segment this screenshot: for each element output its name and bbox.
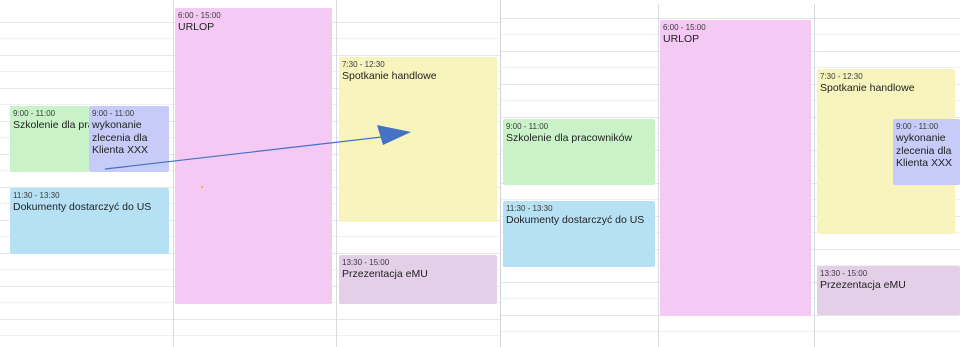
day-column-divider xyxy=(658,4,659,347)
event-title: Dokumenty dostarczyć do US xyxy=(13,201,152,213)
event-wykonanie-zlecenia[interactable]: 9:00 - 11:00 wykonanie zlecenia dla Klie… xyxy=(893,119,960,185)
calendar-view-after: 9:00 - 11:00 Szkolenie dla pracowników 1… xyxy=(501,4,960,347)
event-prezentacja[interactable]: 13:30 - 15:00 Przezentacja eMU xyxy=(339,255,497,304)
event-urlop[interactable]: 6:00 - 15:00 URLOP xyxy=(175,8,332,304)
event-title: Spotkanie handlowe xyxy=(342,70,437,82)
calendar-view-before: 6:00 - 15:00 URLOP 7:30 - 12:30 Spotkani… xyxy=(0,0,500,347)
event-title: URLOP xyxy=(178,21,215,33)
event-time: 7:30 - 12:30 xyxy=(342,60,385,69)
grid-line xyxy=(0,319,500,320)
event-title: Przezentacja eMU xyxy=(820,279,906,291)
event-time: 13:30 - 15:00 xyxy=(820,269,868,278)
grid-line xyxy=(501,18,960,19)
cursor-dot xyxy=(201,186,203,188)
event-time: 9:00 - 11:00 xyxy=(13,109,56,118)
event-time: 9:00 - 11:00 xyxy=(92,109,135,118)
event-time: 6:00 - 15:00 xyxy=(663,23,706,32)
event-title: wykonanie zlecenia dla Klienta XXX xyxy=(896,132,953,169)
event-time: 9:00 - 11:00 xyxy=(896,122,939,131)
event-prezentacja[interactable]: 13:30 - 15:00 Przezentacja eMU xyxy=(817,266,960,315)
day-column-divider xyxy=(336,0,337,347)
event-time: 6:00 - 15:00 xyxy=(178,11,221,20)
day-column-divider xyxy=(173,0,174,347)
event-szkolenie[interactable]: 9:00 - 11:00 Szkolenie dla pracowników xyxy=(503,119,655,185)
event-title: Szkolenie dla pracowników xyxy=(506,132,633,144)
event-wykonanie-zlecenia[interactable]: 9:00 - 11:00 wykonanie zlecenia dla Klie… xyxy=(89,106,169,172)
event-title: Szkolenie dla prac xyxy=(13,119,89,131)
event-spotkanie-handlowe[interactable]: 7:30 - 12:30 Spotkanie handlowe xyxy=(339,57,497,222)
event-title: Dokumenty dostarczyć do US xyxy=(506,214,645,226)
event-time: 13:30 - 15:00 xyxy=(342,258,390,267)
event-title: wykonanie zlecenia dla Klienta XXX xyxy=(92,119,149,156)
event-dokumenty[interactable]: 11:30 - 13:30 Dokumenty dostarczyć do US xyxy=(10,188,169,254)
event-time: 7:30 - 12:30 xyxy=(820,72,863,81)
grid-line xyxy=(501,331,960,332)
grid-line xyxy=(0,335,500,336)
event-title: Przezentacja eMU xyxy=(342,268,428,280)
event-title: Spotkanie handlowe xyxy=(820,82,915,94)
event-time: 11:30 - 13:30 xyxy=(13,191,60,200)
event-time: 11:30 - 13:30 xyxy=(506,204,553,213)
event-time: 9:00 - 11:00 xyxy=(506,122,549,131)
event-dokumenty[interactable]: 11:30 - 13:30 Dokumenty dostarczyć do US xyxy=(503,201,655,267)
event-title: URLOP xyxy=(663,33,700,45)
event-szkolenie[interactable]: 9:00 - 11:00 Szkolenie dla prac xyxy=(10,106,89,172)
event-urlop[interactable]: 6:00 - 15:00 URLOP xyxy=(660,20,811,316)
day-column-divider xyxy=(814,4,815,347)
